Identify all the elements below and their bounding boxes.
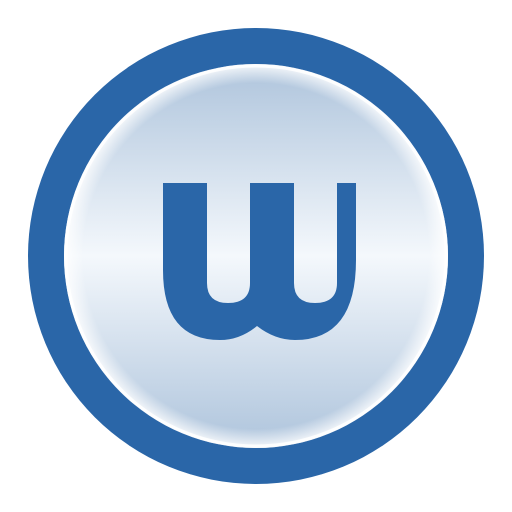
w-badge-icon	[28, 28, 484, 484]
logo-canvas: w	[0, 0, 512, 512]
